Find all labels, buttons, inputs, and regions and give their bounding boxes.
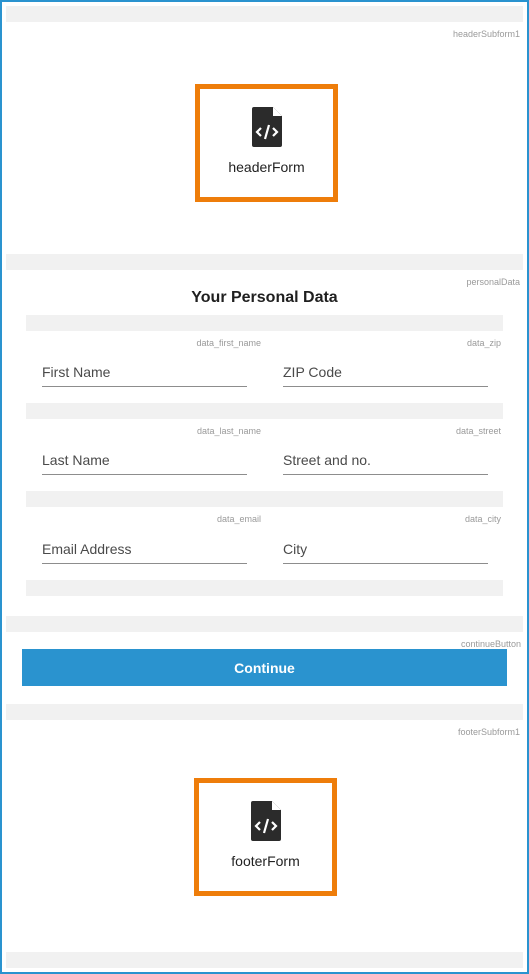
header-form-label: headerForm: [228, 159, 305, 175]
last-name-field[interactable]: Last Name: [42, 443, 247, 475]
row-bar-1: [26, 315, 503, 331]
personal-data-bar: [6, 254, 523, 270]
row-bar-3: [26, 491, 503, 507]
personal-data-tag: personalData: [466, 277, 520, 287]
city-field[interactable]: City: [283, 531, 488, 564]
continue-button-tag: continueButton: [460, 639, 521, 649]
email-placeholder: Email Address: [42, 541, 132, 557]
street-field[interactable]: Street and no.: [283, 443, 488, 475]
section-title: Your Personal Data: [191, 289, 338, 306]
field-tag-city: data_city: [464, 514, 501, 524]
city-placeholder: City: [283, 541, 308, 557]
field-tag-street: data_street: [455, 426, 501, 436]
bottom-bar: [6, 952, 523, 968]
field-tag-email: data_email: [216, 514, 261, 524]
footer-subform-bar: [6, 704, 523, 720]
last-name-placeholder: Last Name: [42, 452, 110, 468]
street-placeholder: Street and no.: [283, 452, 371, 468]
field-tag-zip: data_zip: [466, 338, 501, 348]
email-field[interactable]: Email Address: [42, 531, 247, 564]
row-bar-4: [26, 580, 503, 596]
header-subform-bar: [6, 6, 523, 22]
code-file-icon: [251, 107, 282, 147]
field-tag-last-name: data_last_name: [196, 426, 261, 436]
row-bar-2: [26, 403, 503, 419]
code-file-icon: [250, 801, 281, 841]
field-tag-first-name: data_first_name: [196, 338, 261, 348]
header-subform-tag: headerSubform1: [452, 29, 520, 39]
first-name-placeholder: First Name: [42, 364, 111, 380]
continue-bar: [6, 616, 523, 632]
continue-button[interactable]: Continue: [22, 649, 507, 686]
footer-form-embed[interactable]: footerForm: [194, 778, 337, 896]
header-form-embed[interactable]: headerForm: [195, 84, 338, 202]
footer-subform-tag: footerSubform1: [457, 727, 520, 737]
zip-code-placeholder: ZIP Code: [283, 364, 342, 380]
first-name-field[interactable]: First Name: [42, 355, 247, 387]
zip-code-field[interactable]: ZIP Code: [283, 355, 488, 387]
footer-form-label: footerForm: [231, 853, 300, 869]
